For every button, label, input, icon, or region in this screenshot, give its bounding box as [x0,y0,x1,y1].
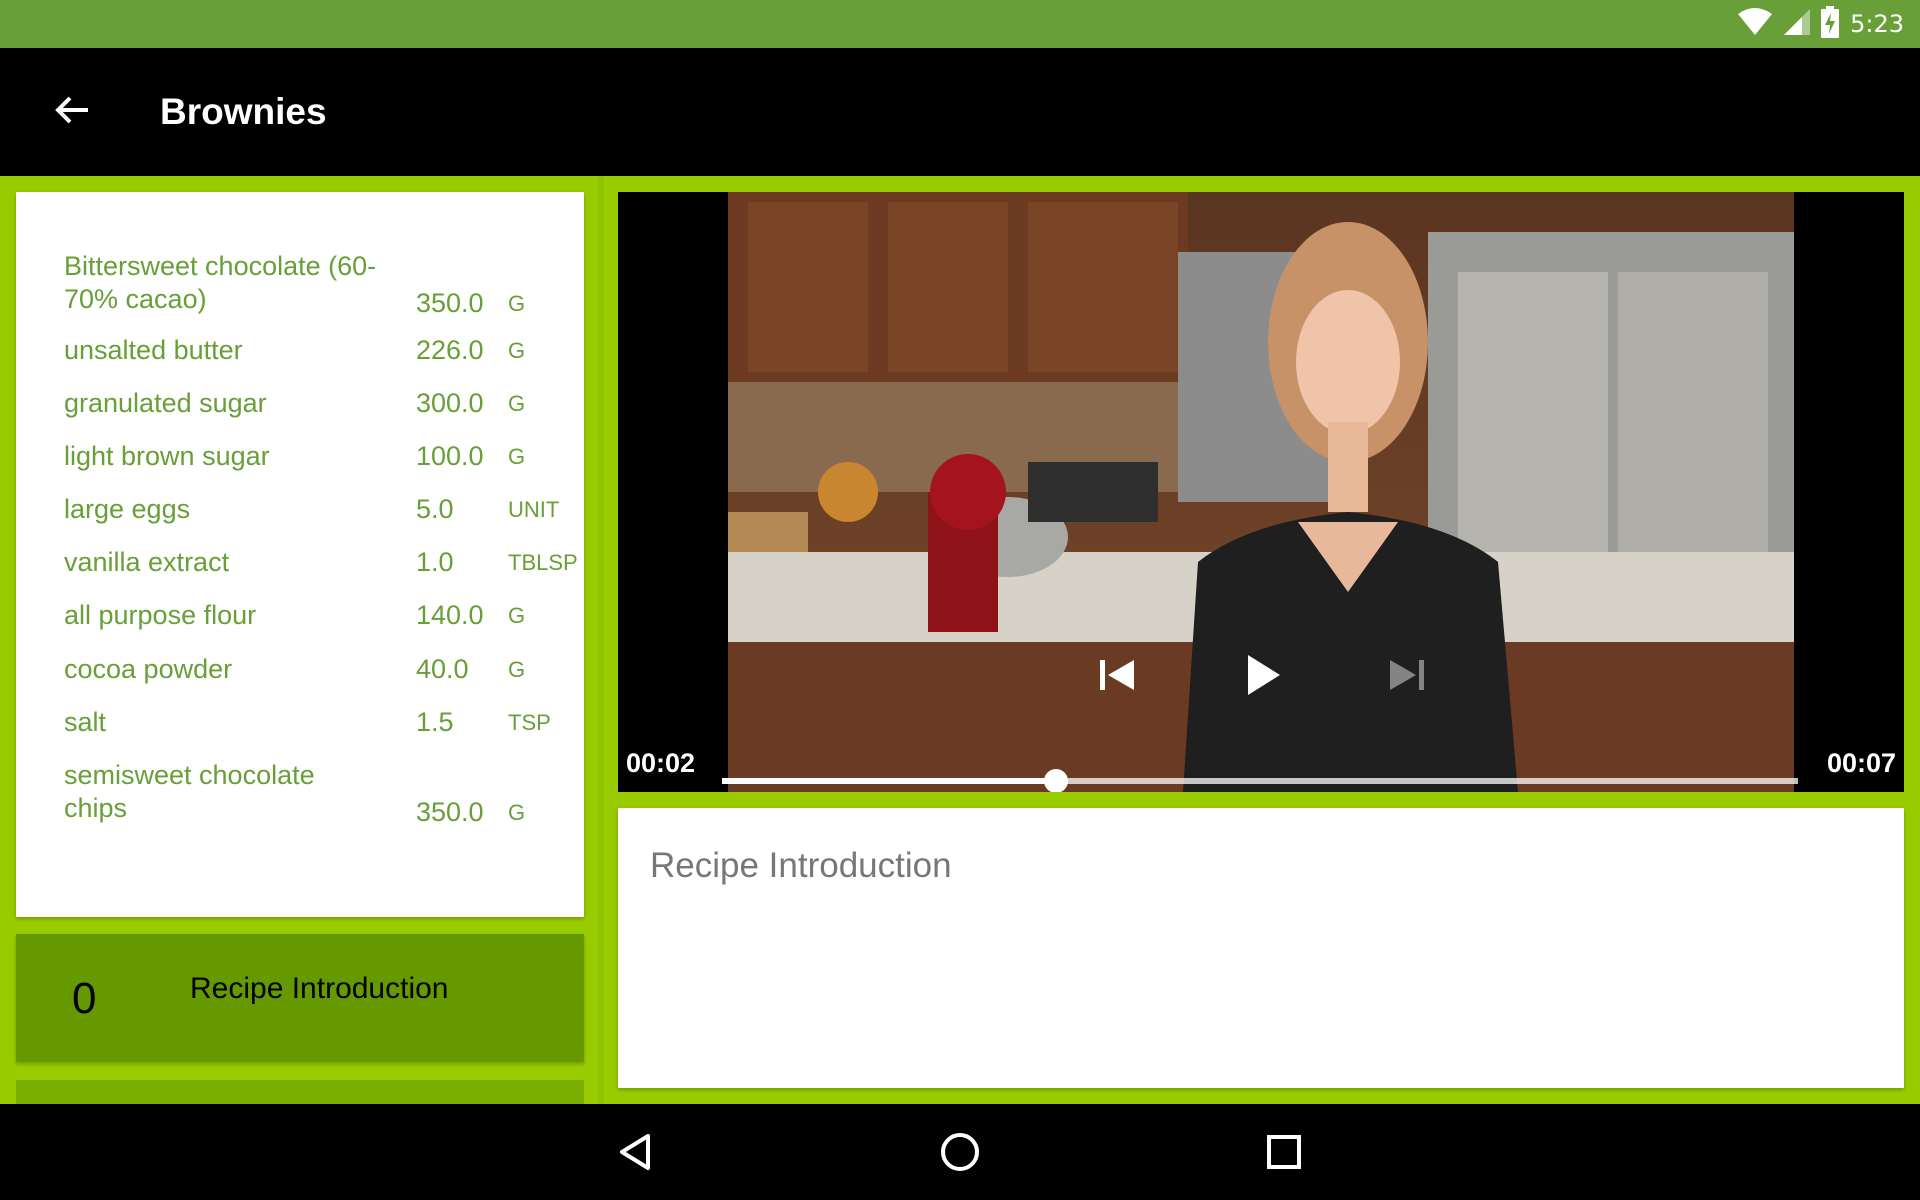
ingredient-unit: G [508,603,526,628]
ingredient-name: semisweet chocolate chips [64,760,315,823]
ingredient-quantity: 350.0 [416,288,484,318]
ingredient-unit: G [508,657,526,682]
content-area: Bittersweet chocolate (60-70% cacao) 350… [0,176,1920,1110]
ingredient-unit: TSP [508,710,551,735]
signal-icon [1782,8,1811,40]
ingredient-row: Bittersweet chocolate (60-70% cacao) 350… [64,250,584,320]
play-button[interactable] [1234,647,1290,703]
ingredient-unit: G [508,391,526,416]
seek-bar-played [722,778,1056,784]
ingredient-row: vanilla extract 1.0 TBLSP [64,546,584,579]
ingredient-quantity: 1.5 [416,707,454,737]
nav-recents-button[interactable] [1254,1122,1314,1182]
back-button[interactable] [40,80,104,144]
nav-back-icon [620,1134,650,1170]
skip-next-button[interactable] [1382,650,1432,700]
status-time: 5:23 [1850,10,1904,38]
current-time: 00:02 [626,748,696,778]
ingredient-name: all purpose flour [64,600,257,630]
ingredient-quantity: 300.0 [416,388,484,418]
ingredient-row: large eggs 5.0 UNIT [64,493,584,526]
ingredient-quantity: 100.0 [416,441,484,471]
step-number: 0 [72,974,97,1023]
ingredient-name: cocoa powder [64,654,233,684]
ingredient-row: semisweet chocolate chips 350.0 G [64,759,584,829]
seek-bar[interactable] [722,769,1798,792]
skip-previous-icon [1100,660,1134,690]
ingredient-row: light brown sugar 100.0 G [64,440,584,473]
ingredient-name: unsalted butter [64,335,243,365]
navigation-bar [0,1104,1920,1200]
nav-back-button[interactable] [606,1122,666,1182]
skip-previous-button[interactable] [1092,650,1142,700]
play-icon [1248,655,1280,695]
ingredient-row: granulated sugar 300.0 G [64,387,584,420]
ingredient-name: granulated sugar [64,388,267,418]
ingredient-row: cocoa powder 40.0 G [64,653,584,686]
step-description: Recipe Introduction [650,846,952,885]
wifi-icon [1738,8,1773,40]
step-label: Recipe Introduction [190,972,449,1005]
ingredient-unit: G [508,338,526,363]
nav-recents-icon [1267,1135,1301,1169]
ingredient-name: salt [64,707,107,737]
ingredient-quantity: 1.0 [416,547,454,577]
nav-home-icon [941,1133,979,1171]
ingredient-unit: G [508,444,526,469]
ingredient-unit: G [508,291,526,316]
app-bar: Brownies [0,48,1920,176]
ingredient-row: unsalted butter 226.0 G [64,334,584,367]
ingredient-unit: UNIT [508,497,560,522]
skip-next-icon [1390,660,1424,690]
page-title: Brownies [160,91,327,132]
ingredient-quantity: 5.0 [416,494,454,524]
duration-time: 00:07 [1826,748,1896,778]
ingredient-unit: TBLSP [508,550,578,575]
seek-thumb[interactable] [1043,769,1068,792]
ingredient-quantity: 226.0 [416,335,484,365]
ingredient-row: salt 1.5 TSP [64,706,584,739]
step-card[interactable]: 0 Recipe Introduction [16,934,584,1062]
ingredient-quantity: 140.0 [416,600,484,630]
ingredients-card: Bittersweet chocolate (60-70% cacao) 350… [16,192,584,917]
nav-home-button[interactable] [930,1122,990,1182]
ingredient-name: large eggs [64,494,191,524]
status-icons: 5:23 [1738,0,1904,48]
video-player[interactable]: 00:02 00:07 [618,192,1904,792]
battery-charging-icon [1820,6,1840,42]
step-description-card: Recipe Introduction [618,808,1904,1088]
ingredient-name: vanilla extract [64,547,230,577]
status-bar: 5:23 [0,0,1920,48]
ingredient-row: all purpose flour 140.0 G [64,599,584,632]
video-controls-overlay: 00:02 00:07 [618,192,1904,792]
arrow-back-icon [54,92,90,132]
ingredient-quantity: 40.0 [416,654,469,684]
ingredient-name: light brown sugar [64,441,270,471]
ingredient-name: Bittersweet chocolate (60-70% cacao) [64,251,377,314]
ingredient-unit: G [508,800,526,825]
ingredient-quantity: 350.0 [416,797,484,827]
pane-divider [598,176,604,1104]
